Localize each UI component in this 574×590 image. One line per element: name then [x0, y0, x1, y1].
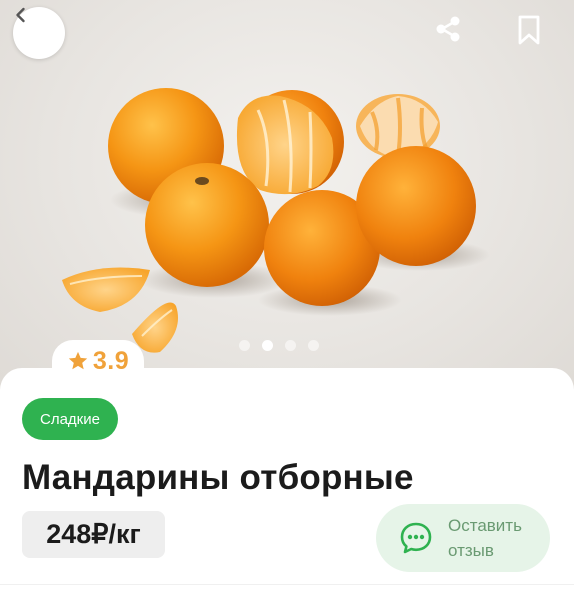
carousel-dot[interactable]	[239, 340, 250, 351]
leave-review-label-line1: Оставить	[448, 516, 522, 535]
leave-review-label-line2: отзыв	[448, 541, 494, 560]
carousel-dot[interactable]	[285, 340, 296, 351]
share-icon	[436, 16, 460, 42]
bookmark-button[interactable]	[515, 14, 551, 50]
back-button[interactable]	[13, 7, 65, 59]
leave-review-button[interactable]: Оставить отзыв	[376, 504, 550, 572]
rating-badge: 3.9	[52, 340, 144, 382]
product-screen: 3.9 Сладкие Мандарины отборные 248₽/кг О…	[0, 0, 574, 590]
product-price: 248₽/кг	[22, 511, 165, 558]
chat-bubble-icon	[400, 522, 432, 554]
share-button[interactable]	[433, 14, 469, 50]
bookmark-icon	[518, 15, 540, 45]
divider	[0, 584, 574, 585]
rating-value: 3.9	[92, 346, 130, 375]
chevron-left-icon	[16, 7, 25, 23]
product-title: Мандарины отборные	[22, 458, 414, 497]
product-tag[interactable]: Сладкие	[22, 398, 118, 440]
carousel-dot[interactable]	[308, 340, 319, 351]
star-icon	[68, 351, 88, 370]
carousel-dot-active[interactable]	[262, 340, 273, 351]
leave-review-label: Оставить отзыв	[448, 513, 540, 563]
carousel-indicator	[239, 340, 319, 351]
